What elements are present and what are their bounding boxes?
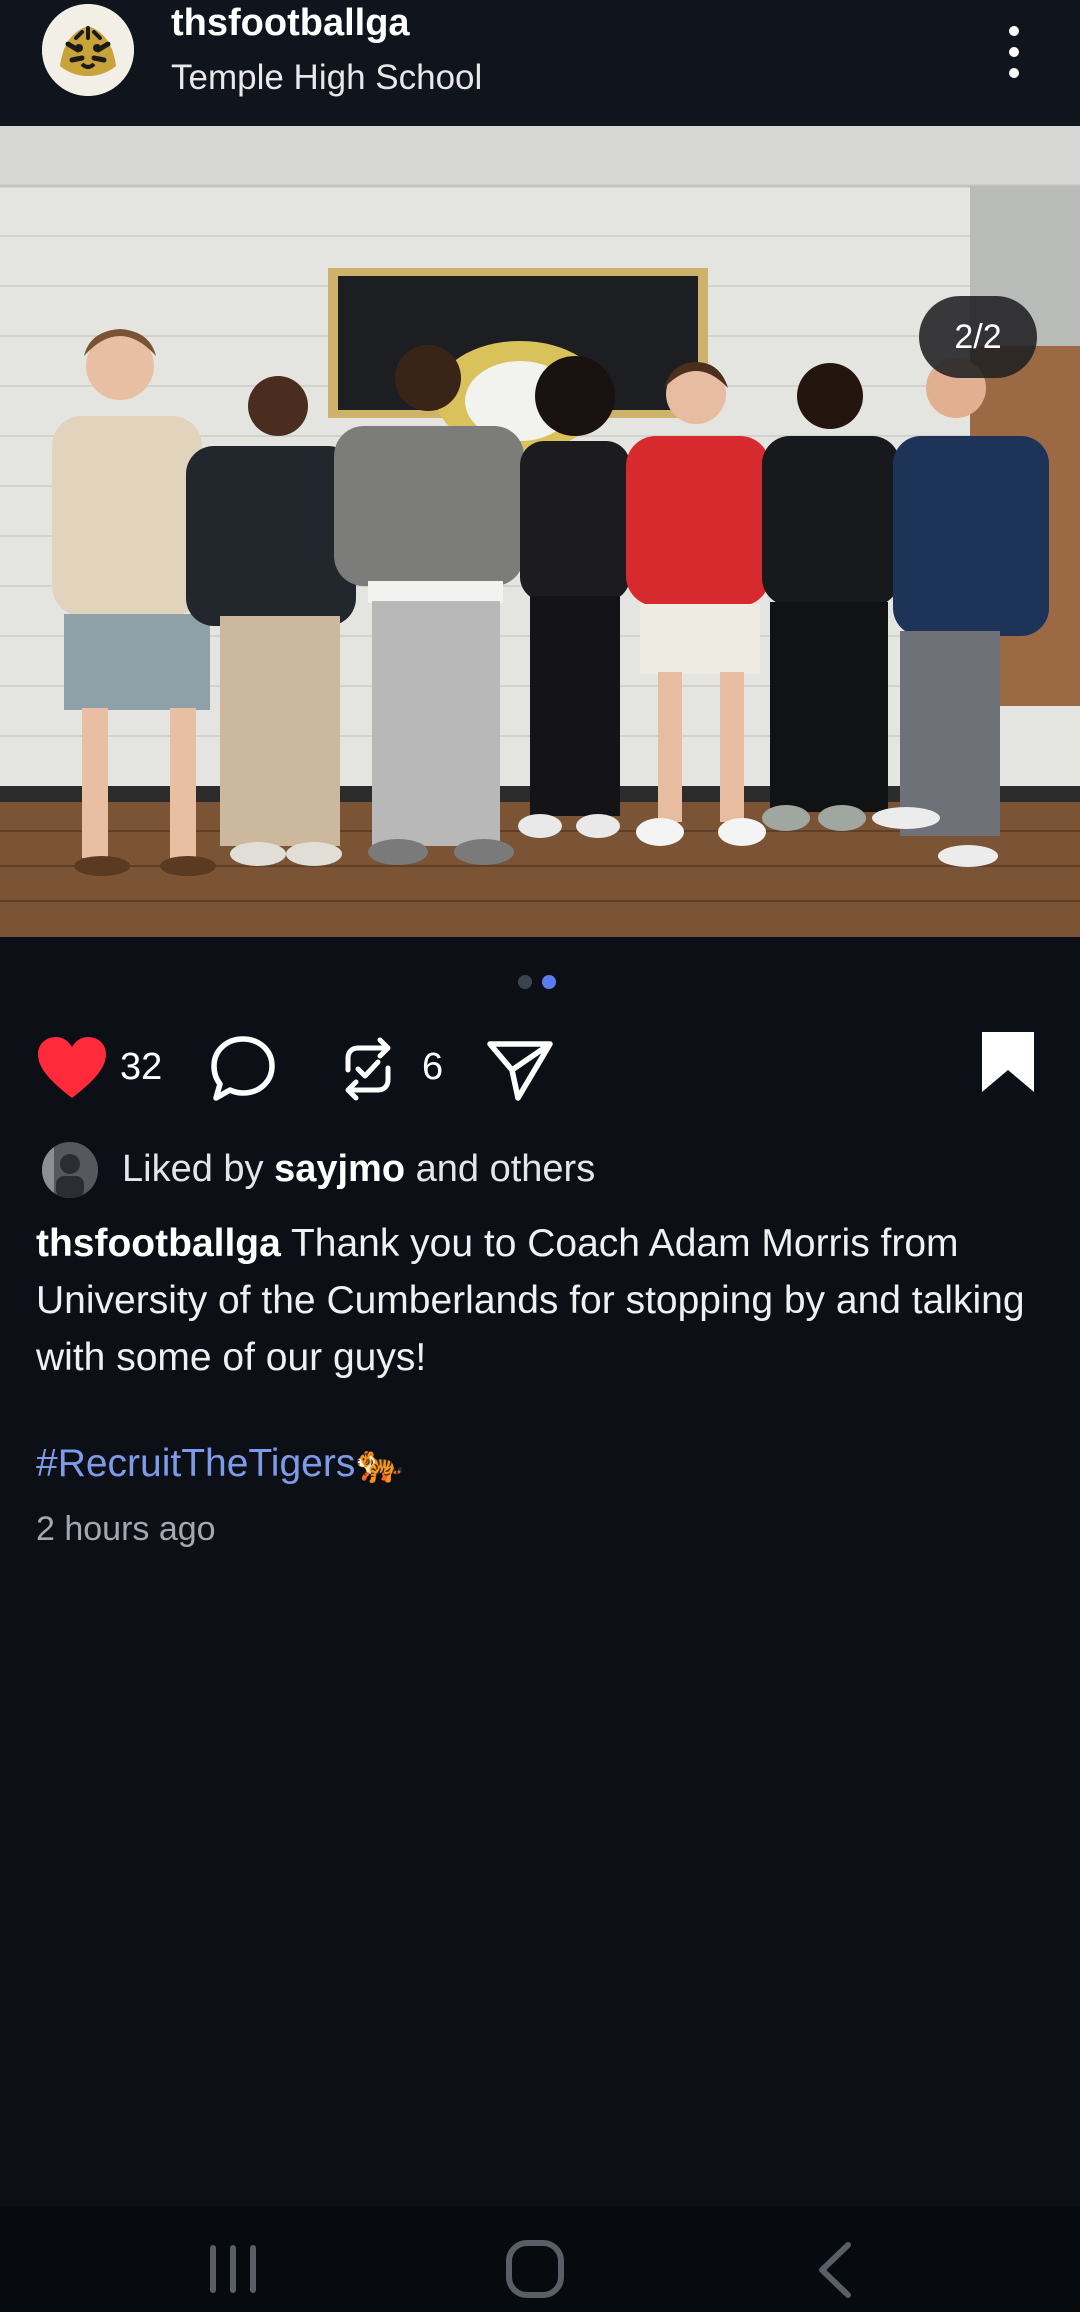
likes-count[interactable]: 32 xyxy=(120,1046,162,1089)
post-header: thsfootballga Temple High School xyxy=(0,0,1080,126)
repost-icon[interactable] xyxy=(338,1034,398,1104)
post-username[interactable]: thsfootballga xyxy=(171,2,410,45)
send-icon[interactable] xyxy=(484,1034,556,1104)
post-image[interactable]: 2/2 xyxy=(0,126,1080,937)
carousel-dot-active[interactable] xyxy=(542,975,556,989)
post-actions: 32 6 xyxy=(0,1020,1080,1110)
liked-by-prefix: Liked by xyxy=(122,1148,275,1190)
back-icon[interactable] xyxy=(812,2239,856,2301)
post-location[interactable]: Temple High School xyxy=(171,58,482,98)
liked-by-row[interactable]: Liked by sayjmo and others xyxy=(40,1140,1040,1200)
home-icon[interactable] xyxy=(505,2239,565,2299)
avatar-image xyxy=(42,1142,98,1198)
liker-avatar[interactable] xyxy=(42,1142,98,1198)
reposts-count[interactable]: 6 xyxy=(422,1046,443,1089)
liked-by-text: Liked by sayjmo and others xyxy=(122,1148,595,1191)
hashtag-text[interactable]: #RecruitTheTigers xyxy=(36,1442,355,1485)
heart-icon[interactable] xyxy=(36,1036,108,1100)
team-photo xyxy=(0,126,1080,937)
post-screen: thsfootballga Temple High School 2/2 32 … xyxy=(0,0,1080,2312)
liked-by-suffix[interactable]: and others xyxy=(405,1148,596,1190)
more-options-icon[interactable] xyxy=(994,22,1034,82)
profile-avatar[interactable] xyxy=(42,4,134,96)
carousel-indicator xyxy=(518,975,562,991)
recents-icon[interactable] xyxy=(206,2241,260,2297)
tiger-logo-icon xyxy=(42,4,134,96)
image-counter: 2/2 xyxy=(919,296,1037,378)
caption-username[interactable]: thsfootballga xyxy=(36,1222,281,1265)
post-timestamp: 2 hours ago xyxy=(36,1510,216,1548)
liked-by-username[interactable]: sayjmo xyxy=(274,1148,405,1190)
carousel-dot[interactable] xyxy=(518,975,532,989)
hashtag-link[interactable]: #RecruitTheTigers🐅 xyxy=(36,1440,404,1486)
bookmark-icon[interactable] xyxy=(980,1030,1036,1094)
post-caption: thsfootballga Thank you to Coach Adam Mo… xyxy=(36,1215,1046,1386)
system-navigation-bar xyxy=(0,2206,1080,2312)
tiger-emoji: 🐅 xyxy=(355,1442,404,1485)
comment-bubble-icon[interactable] xyxy=(208,1034,278,1104)
